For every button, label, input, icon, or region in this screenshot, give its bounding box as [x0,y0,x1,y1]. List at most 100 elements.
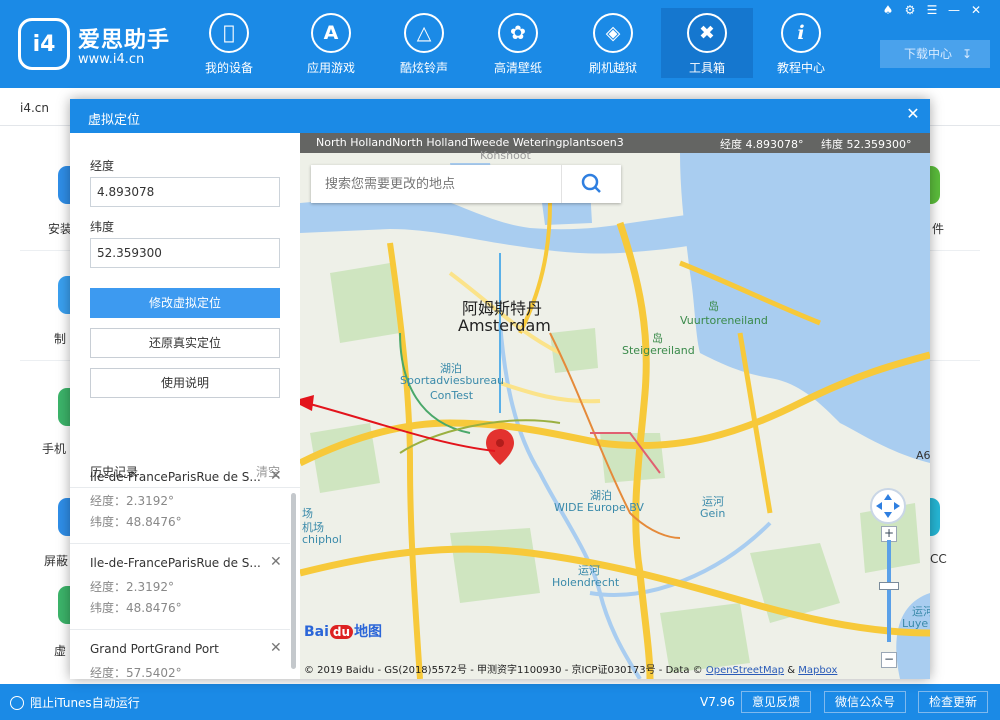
baidu-logo-text: 地图 [354,624,383,640]
history-item[interactable]: Grand PortGrand Port 经度：57.5402° ✕ [70,630,290,680]
nav-label: 工具箱 [688,61,725,75]
brand-site: www.i4.cn [78,52,145,67]
box-icon: ◈ [593,13,633,53]
nav-my-device[interactable]:  我的设备 [183,8,275,78]
nav-label: 我的设备 [204,61,253,75]
search-button[interactable] [561,165,621,203]
map-copyright: © 2019 Baidu - GS(2018)5572号 - 甲测资字11009… [304,661,837,676]
delete-history-icon[interactable]: ✕ [270,640,282,656]
close-window-icon[interactable]: ✕ [968,3,984,17]
nav-toolbox[interactable]: ✖ 工具箱 [661,8,753,78]
map-label: Sportadviesbureau [400,374,505,387]
nav-label: 教程中心 [776,61,825,75]
map-canvas [300,133,930,679]
nav-label: 酷炫铃声 [399,61,448,75]
info-icon: i [781,13,821,53]
dialog-header: 虚拟定位 ✕ [70,99,930,133]
status-bar: 阻止iTunes自动运行 V7.96 意见反馈 微信公众号 检查更新 [0,684,1000,720]
history-item-name: Ile-de-FranceParisRue de S... [90,470,260,484]
longitude-input[interactable] [90,177,280,207]
map-label: Holendrecht [552,576,620,589]
copyright-amp: & [787,665,796,676]
tool-label: CC [930,552,947,566]
history-item[interactable]: Ile-de-FranceParisRue de S... 经度：2.3192°… [70,544,290,630]
map-label: Kohshoot [480,149,531,162]
app-store-icon: A [311,13,351,53]
history-item-longitude: 经度：2.3192° [90,494,174,508]
nav-apps-games[interactable]: A 应用游戏 [285,8,377,78]
block-itunes-toggle[interactable]: 阻止iTunes自动运行 [10,694,140,711]
search-icon [581,173,601,193]
map-label: chiphol [302,533,342,546]
delete-history-icon[interactable]: ✕ [270,468,282,484]
skin-icon[interactable]: ♠ [880,3,896,17]
history-item-name: Ile-de-FranceParisRue de S... [90,556,260,570]
check-update-button[interactable]: 检查更新 [918,691,988,713]
nav-label: 刷机越狱 [588,61,637,75]
tool-label: 制 [54,332,67,346]
close-icon[interactable]: ✕ [902,103,924,125]
brand-name: 爱思助手 [78,28,171,53]
block-itunes-label: 阻止iTunes自动运行 [30,696,140,710]
copyright-text: © 2019 Baidu - GS(2018)5572号 - 甲测资字11009… [304,665,703,676]
menu-icon[interactable]: ☰ [924,3,940,17]
tab-i4[interactable]: i4.cn [20,101,49,115]
modify-location-button[interactable]: 修改虚拟定位 [90,288,280,318]
nav-flash-jailbreak[interactable]: ◈ 刷机越狱 [567,8,659,78]
minimize-icon[interactable]: — [946,3,962,17]
map-label: WIDE Europe BV [554,501,644,514]
location-pin-icon [496,439,504,447]
zoom-slider-handle[interactable] [879,582,899,590]
zoom-slider-track[interactable] [887,540,891,642]
wechat-button[interactable]: 微信公众号 [824,691,906,713]
mapbox-link[interactable]: Mapbox [798,665,837,676]
restore-location-button[interactable]: 还原真实定位 [90,328,280,358]
bell-icon: △ [404,13,444,53]
delete-history-icon[interactable]: ✕ [270,554,282,570]
map-latitude: 纬度 52.359300° [821,138,912,151]
tool-label: 手机 [42,442,67,456]
nav-wallpapers[interactable]: ✿ 高清壁纸 [472,8,564,78]
nav-label: 高清壁纸 [493,61,542,75]
toggle-circle-icon [10,696,24,710]
feedback-button[interactable]: 意见反馈 [741,691,811,713]
pan-arrows-icon [876,494,900,518]
latitude-label: 纬度 [90,220,115,234]
map-longitude: 经度 4.893078° [720,138,804,151]
settings-icon[interactable]: ⚙ [902,3,918,17]
baidu-paw-icon: du [329,625,354,639]
tool-label: 安装 [48,222,73,236]
nav-ringtones[interactable]: △ 酷炫铃声 [378,8,470,78]
location-panel: 经度 纬度 修改虚拟定位 还原真实定位 使用说明 历史记录 清空 Ile-de-… [70,133,300,680]
map-label: Steigereiland [622,344,695,357]
download-center-label: 下载中心 [904,47,953,61]
nav-tutorials[interactable]: i 教程中心 [755,8,847,78]
baidu-map-logo: Bai du 地图 [304,621,382,641]
map-city-label: Amsterdam [458,316,551,335]
help-button[interactable]: 使用说明 [90,368,280,398]
map-label: A6 [916,449,930,462]
history-item-name: Grand PortGrand Port [90,642,219,656]
history-item-latitude: 纬度：48.8476° [90,515,182,529]
pan-compass-icon[interactable] [870,488,906,524]
map-label: ConTest [430,389,474,402]
tools-icon: ✖ [687,13,727,53]
apple-icon:  [209,13,249,53]
openstreetmap-link[interactable]: OpenStreetMap [706,665,784,676]
download-center-button[interactable]: 下载中心 ↧ [880,40,990,68]
history-scrollbar[interactable] [291,493,296,669]
i4-logo: i4 [18,18,70,70]
version-label: V7.96 [700,695,735,709]
flower-icon: ✿ [498,13,538,53]
history-item[interactable]: Ile-de-FranceParisRue de S... 经度：2.3192°… [70,458,290,544]
latitude-input[interactable] [90,238,280,268]
longitude-label: 经度 [90,159,115,173]
map-search-box [311,165,621,203]
map-label: Vuurtoreneiland [680,314,768,327]
map-search-input[interactable] [311,165,561,203]
map-address: North HollandNorth HollandTweede Weterin… [316,136,624,149]
map-view[interactable]: North HollandNorth HollandTweede Weterin… [300,133,930,679]
history-item-longitude: 经度：2.3192° [90,580,174,594]
zoom-out-button[interactable]: − [881,652,897,668]
download-icon: ↧ [962,47,973,61]
